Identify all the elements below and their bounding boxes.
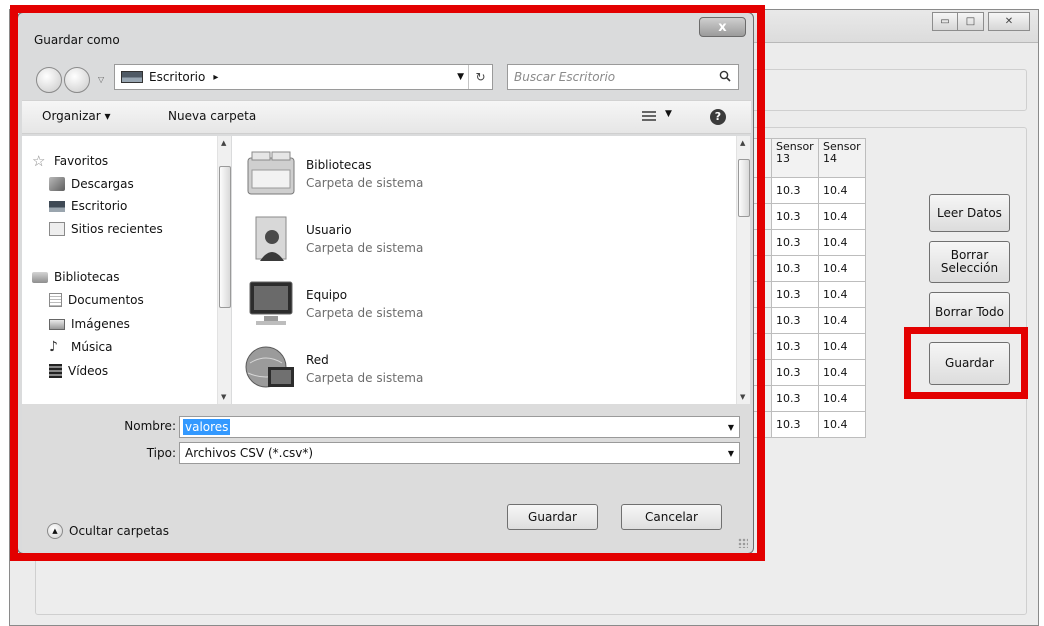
grid-cell[interactable]: 10.4 (818, 411, 866, 438)
grid-cell[interactable]: 10.3 (771, 359, 819, 386)
grid-cell[interactable]: 10.4 (818, 359, 866, 386)
grid-cell[interactable]: 10.4 (818, 177, 866, 204)
minimize-icon[interactable]: ▭ (932, 12, 958, 31)
grid-cell[interactable]: 10.4 (818, 255, 866, 282)
grid-cell[interactable]: 10.3 (771, 307, 819, 334)
highlight-save-button (904, 327, 1028, 399)
grid-header-sensor-14[interactable]: Sensor 14 (818, 138, 866, 178)
grid-cell[interactable]: 10.3 (771, 385, 819, 412)
clear-all-button[interactable]: Borrar Todo (929, 292, 1010, 332)
window-controls: ▭ □ ✕ (932, 12, 1030, 31)
grid-cell[interactable]: 10.4 (818, 281, 866, 308)
grid-cell[interactable]: 10.3 (771, 203, 819, 230)
grid-cell[interactable]: 10.4 (818, 333, 866, 360)
grid-header-sensor-13[interactable]: Sensor 13 (771, 138, 819, 178)
grid-cell[interactable]: 10.3 (771, 281, 819, 308)
read-data-button[interactable]: Leer Datos (929, 194, 1010, 232)
grid-cell[interactable]: 10.3 (771, 177, 819, 204)
grid-cell[interactable]: 10.4 (818, 385, 866, 412)
grid-cell[interactable]: 10.4 (818, 307, 866, 334)
highlight-save-dialog (10, 5, 765, 561)
grid-cell[interactable]: 10.3 (771, 255, 819, 282)
grid-cell[interactable]: 10.3 (771, 229, 819, 256)
clear-selection-button[interactable]: Borrar Selección (929, 241, 1010, 283)
grid-cell[interactable]: 10.3 (771, 333, 819, 360)
grid-cell[interactable]: 10.3 (771, 411, 819, 438)
grid-cell[interactable]: 10.4 (818, 203, 866, 230)
close-icon[interactable]: ✕ (988, 12, 1030, 31)
grid-cell[interactable]: 10.4 (818, 229, 866, 256)
maximize-icon[interactable]: □ (958, 12, 984, 31)
